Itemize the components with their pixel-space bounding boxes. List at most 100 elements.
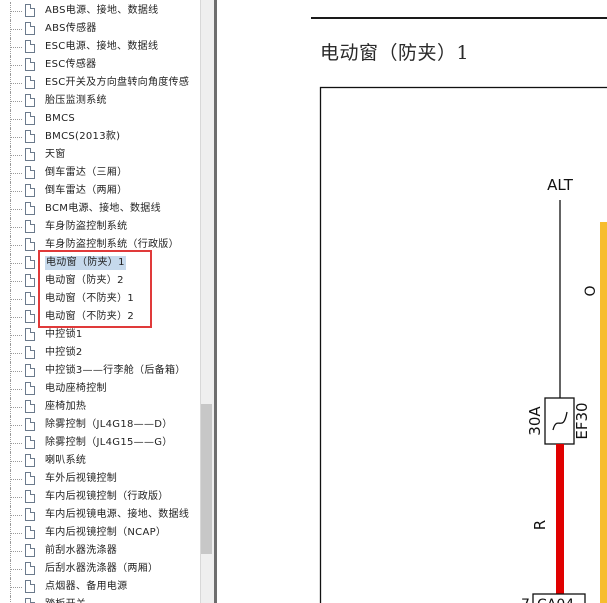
tree-item-label: 踏板开关 — [45, 598, 86, 603]
tree-item[interactable]: BMCS(2013款) — [0, 128, 200, 146]
tree-connector-line — [10, 272, 23, 290]
tree-connector-line — [10, 524, 23, 542]
tree-item[interactable]: 车内后视镜控制（NCAP） — [0, 524, 200, 542]
tree-item-label: 前刮水器洗涤器 — [45, 545, 118, 556]
tree-item[interactable]: 电动座椅控制 — [0, 380, 200, 398]
tree-scrollbar-thumb[interactable] — [201, 404, 212, 554]
tree-item-label: BMCS — [45, 113, 76, 124]
tree-item-label: 喇叭系统 — [45, 455, 87, 466]
tree-item-label: 中控锁2 — [45, 347, 83, 358]
tree-item[interactable]: 倒车雷达（三厢） — [0, 164, 200, 182]
tree-item-label: 中控锁3——行李舱（后备箱） — [45, 365, 186, 376]
tree-connector-line — [10, 92, 23, 110]
tree-item-label: 车外后视镜控制 — [45, 473, 118, 484]
tree-item[interactable]: BCM电源、接地、数据线 — [0, 200, 200, 218]
document-icon — [25, 310, 35, 323]
tree-connector-line — [10, 236, 23, 254]
document-icon — [25, 166, 35, 179]
tree-item-label: 中控锁1 — [45, 329, 83, 340]
tree-item[interactable]: 除雾控制（JL4G18——D） — [0, 416, 200, 434]
tree-item-label: 车身防盗控制系统 — [45, 221, 128, 232]
tree-connector-line — [10, 344, 23, 362]
tree-item[interactable]: BMCS — [0, 110, 200, 128]
tree-connector-line — [10, 542, 23, 560]
tree-item-label: 车内后视镜控制（NCAP） — [45, 527, 167, 538]
tree-connector-line — [10, 308, 23, 326]
tree-item[interactable]: 车内后视镜控制（行政版） — [0, 488, 200, 506]
document-icon — [25, 598, 35, 603]
tree-connector-line — [10, 380, 23, 398]
tree-item[interactable]: 中控锁1 — [0, 326, 200, 344]
document-icon — [25, 400, 35, 413]
document-icon — [25, 40, 35, 53]
tree-connector-line — [10, 488, 23, 506]
wire-top-label: O — [583, 285, 599, 296]
tree-connector-line — [10, 218, 23, 236]
tree-item-label: 点烟器、备用电源 — [45, 581, 128, 592]
tree-item[interactable]: 车外后视镜控制 — [0, 470, 200, 488]
document-icon — [25, 238, 35, 251]
wiring-diagram: ALT O 30A EF30 R 7 CA04 — [319, 86, 607, 603]
document-icon — [25, 328, 35, 341]
diagram-frame — [319, 86, 607, 603]
document-icon — [25, 220, 35, 233]
tree-item[interactable]: 除雾控制（JL4G15——G） — [0, 434, 200, 452]
tree-item[interactable]: ESC传感器 — [0, 56, 200, 74]
tree-connector-line — [10, 506, 23, 524]
tree-item-label: ABS传感器 — [45, 23, 97, 34]
document-icon — [25, 130, 35, 143]
tree-item-label: 倒车雷达（三厢） — [45, 167, 128, 178]
tree-item[interactable]: ESC电源、接地、数据线 — [0, 38, 200, 56]
document-icon — [25, 58, 35, 71]
tree-item[interactable]: 后刮水器洗涤器（两厢） — [0, 560, 200, 578]
document-icon — [25, 508, 35, 521]
tree-item-label: ESC传感器 — [45, 59, 97, 70]
document-icon — [25, 274, 35, 287]
connector-pin-label: 7 — [521, 597, 530, 603]
document-icon — [25, 382, 35, 395]
red-highlight-box — [38, 250, 152, 328]
tree-item[interactable]: 座椅加热 — [0, 398, 200, 416]
tree-item-label: ESC开关及方向盘转向角度传感 — [45, 77, 190, 88]
connector-id-label: CA04 — [537, 597, 574, 603]
tree-item[interactable]: 中控锁2 — [0, 344, 200, 362]
tree-connector-line — [10, 200, 23, 218]
tree-item[interactable]: 踏板开关 — [0, 596, 200, 603]
tree-connector-line — [10, 398, 23, 416]
tree-connector-line — [10, 560, 23, 578]
tree-connector-line — [10, 164, 23, 182]
tree-connector-line — [10, 470, 23, 488]
tree-item[interactable]: 喇叭系统 — [0, 452, 200, 470]
tree-connector-line — [10, 254, 23, 272]
fuse-body — [544, 397, 575, 445]
tree-connector-line — [10, 326, 23, 344]
tree-item-label: 座椅加热 — [45, 401, 87, 412]
document-icon — [25, 4, 35, 17]
tree-item[interactable]: 倒车雷达（两厢） — [0, 182, 200, 200]
tree-item[interactable]: 中控锁3——行李舱（后备箱） — [0, 362, 200, 380]
tree-connector-line — [10, 146, 23, 164]
tree-item-label: 天窗 — [45, 149, 66, 160]
tree-item[interactable]: ESC开关及方向盘转向角度传感 — [0, 74, 200, 92]
document-icon — [25, 256, 35, 269]
document-icon — [25, 364, 35, 377]
tree-item-label: 后刮水器洗涤器（两厢） — [45, 563, 159, 574]
tree-item[interactable]: 天窗 — [0, 146, 200, 164]
tree-connector-line — [10, 20, 23, 38]
tree-item[interactable]: ABS传感器 — [0, 20, 200, 38]
tree-item[interactable]: ABS电源、接地、数据线 — [0, 2, 200, 20]
document-icon — [25, 580, 35, 593]
tree-item[interactable]: 胎压监测系统 — [0, 92, 200, 110]
tree-connector-line — [10, 578, 23, 596]
tree-item[interactable]: 车身防盗控制系统 — [0, 218, 200, 236]
tree-item[interactable]: 前刮水器洗涤器 — [0, 542, 200, 560]
power-source-label: ALT — [547, 176, 574, 194]
tree-connector-line — [10, 56, 23, 74]
document-icon — [25, 562, 35, 575]
tree-item-label: ESC电源、接地、数据线 — [45, 41, 159, 52]
tree-item[interactable]: 车内后视镜电源、接地、数据线 — [0, 506, 200, 524]
document-icon — [25, 346, 35, 359]
tree-item[interactable]: 点烟器、备用电源 — [0, 578, 200, 596]
document-view: 电动窗（防夹）1 ALT O 30A EF30 R 7 CA04 — [217, 0, 607, 603]
tree-item-label: 除雾控制（JL4G15——G） — [45, 437, 173, 448]
